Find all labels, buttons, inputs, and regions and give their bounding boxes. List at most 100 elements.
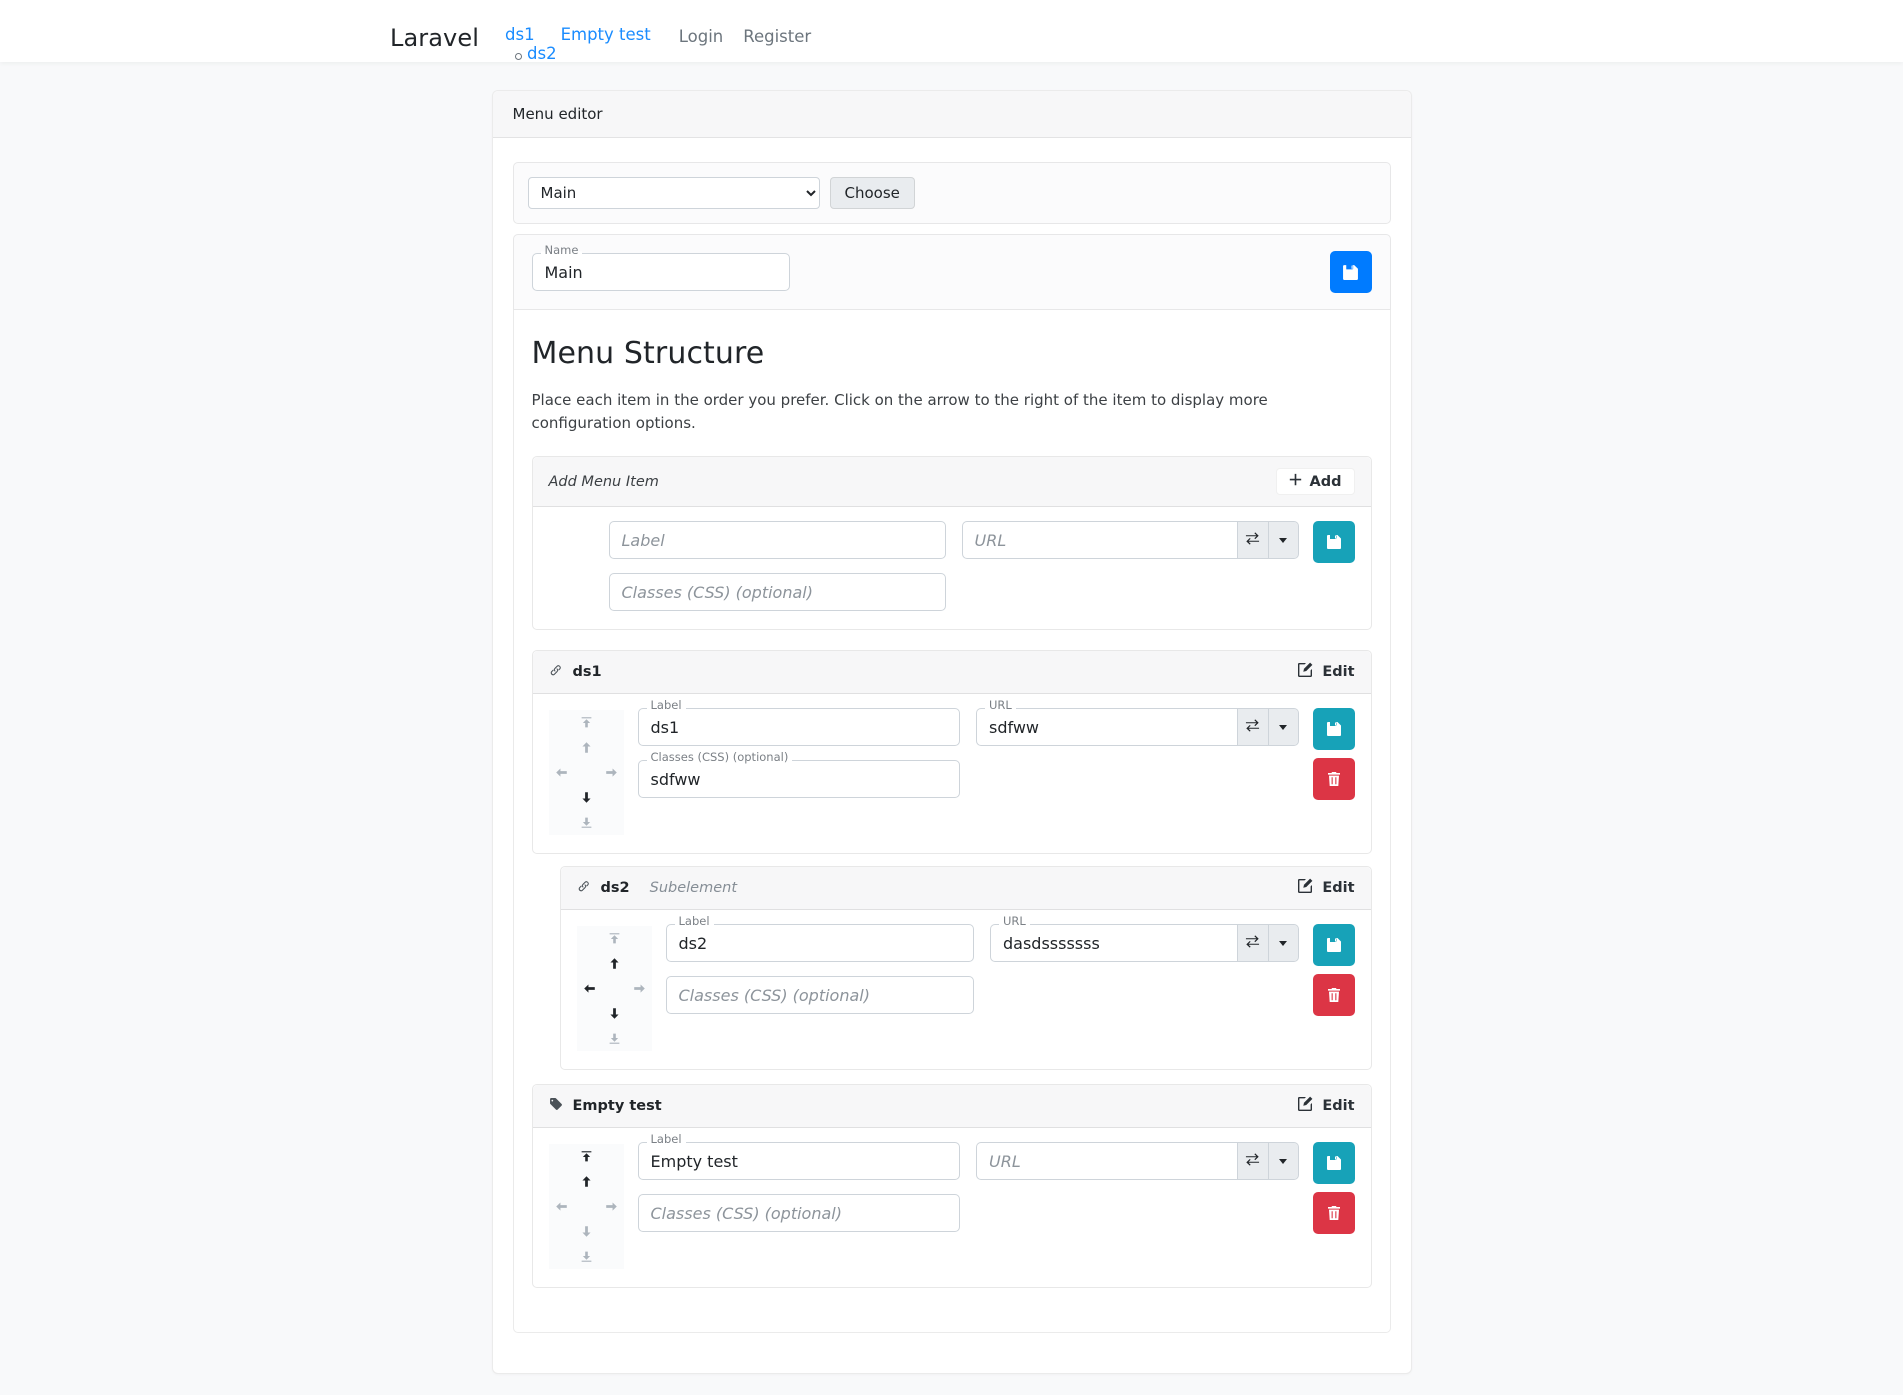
delete-menu-item-ds1-button[interactable]: [1312, 758, 1355, 800]
pad-blank: [598, 735, 624, 760]
ds1-url-input[interactable]: [976, 708, 1237, 746]
pad-blank: [598, 1169, 624, 1194]
url-options-dropdown-button[interactable]: [1267, 925, 1298, 961]
choose-button[interactable]: Choose: [829, 177, 915, 209]
url-options-dropdown-button[interactable]: [1267, 1143, 1298, 1179]
empty-test-url-input[interactable]: [976, 1142, 1237, 1180]
link-icon: [577, 879, 591, 897]
pad-blank: [626, 926, 652, 951]
move-right-button[interactable]: [626, 976, 652, 1001]
ds2-label-input[interactable]: [665, 924, 974, 962]
save-menu-item-empty-test-button[interactable]: [1312, 1142, 1355, 1184]
empty-test-actions: [1312, 1142, 1355, 1234]
move-left-button[interactable]: [548, 760, 574, 785]
move-down-button[interactable]: [573, 785, 599, 810]
swap-url-type-button[interactable]: [1237, 522, 1268, 558]
trash-icon: [1326, 771, 1342, 787]
ds1-url-group: URL: [976, 699, 1299, 746]
nav-link-register[interactable]: Register: [733, 20, 821, 55]
menu-structure-description: Place each item in the order you prefer.…: [531, 391, 1268, 432]
menu-structure-title: Menu Structure: [531, 336, 765, 371]
menu-select[interactable]: Main: [527, 177, 820, 209]
move-to-top-button[interactable]: [573, 1144, 599, 1169]
pad-blank: [548, 1144, 574, 1169]
pad-blank: [576, 1001, 602, 1026]
add-url-group: [961, 521, 1299, 559]
edit-menu-item-empty-test-button[interactable]: Edit: [1297, 1096, 1355, 1116]
card-header-title: Menu editor: [492, 91, 1411, 138]
add-label-input[interactable]: [608, 521, 946, 559]
menu-item-ds2-header: ds2 Subelement Edit: [560, 867, 1371, 910]
chevron-down-icon: [1279, 537, 1287, 543]
add-item-actions: [1312, 521, 1355, 563]
move-to-top-button[interactable]: [573, 710, 599, 735]
swap-url-type-button[interactable]: [1237, 925, 1268, 961]
menu-item-empty-test-body: Label: [533, 1128, 1371, 1287]
menu-item-ds1-header: ds1 Edit: [532, 651, 1371, 694]
empty-test-classes-input[interactable]: [637, 1194, 960, 1232]
edit-menu-item-ds1-button[interactable]: Edit: [1297, 662, 1355, 682]
add-url-input[interactable]: [961, 521, 1237, 559]
ds1-classes-field: Classes (CSS) (optional): [637, 751, 960, 798]
move-right-button[interactable]: [598, 1194, 624, 1219]
save-menu-item-ds1-button[interactable]: [1312, 708, 1355, 750]
menu-item-ds2-body: Label URL: [561, 910, 1371, 1069]
ds1-classes-input[interactable]: [637, 760, 960, 798]
move-up-button[interactable]: [573, 735, 599, 760]
save-menu-button[interactable]: [1329, 251, 1372, 293]
empty-test-url-field: [976, 1142, 1237, 1180]
nav-link-empty-test[interactable]: Empty test: [553, 18, 659, 53]
pad-blank: [626, 1026, 652, 1051]
brand-link[interactable]: Laravel: [390, 18, 479, 53]
nav-item-ds1: ds1 ds2: [497, 18, 557, 63]
swap-url-type-button[interactable]: [1237, 1143, 1268, 1179]
add-classes-field: [608, 573, 946, 611]
pad-blank: [573, 760, 599, 785]
menu-item-ds2-title: ds2: [600, 880, 630, 896]
move-to-bottom-button[interactable]: [601, 1026, 627, 1051]
pad-blank: [576, 1026, 602, 1051]
card-body: Main Choose Name Main Menu Structure Pla…: [493, 138, 1411, 1373]
move-right-button[interactable]: [598, 760, 624, 785]
move-to-bottom-button[interactable]: [573, 810, 599, 835]
menu-editor-card: Menu editor Main Choose Name Main Menu S…: [491, 90, 1412, 1374]
ds1-label-input[interactable]: [637, 708, 960, 746]
menu-item-ds1: ds1 Edit Label ds1 URL sdfww Classes (CS…: [531, 650, 1372, 854]
pad-blank: [598, 1219, 624, 1244]
ds2-url-input[interactable]: [990, 924, 1237, 962]
chevron-down-icon: [1279, 940, 1287, 946]
save-new-item-button[interactable]: [1312, 521, 1355, 563]
menu-item-empty-test-title: Empty test: [572, 1098, 662, 1114]
move-down-button[interactable]: [573, 1219, 599, 1244]
move-to-bottom-button[interactable]: [573, 1244, 599, 1269]
save-menu-item-ds2-button[interactable]: [1312, 924, 1355, 966]
add-classes-input[interactable]: [608, 573, 946, 611]
top-navbar: Laravel ds1 ds2 Empty test Login Registe…: [0, 0, 1903, 62]
swap-url-type-button[interactable]: [1237, 709, 1268, 745]
url-options-dropdown-button[interactable]: [1267, 522, 1298, 558]
edit-menu-item-ds2-button[interactable]: Edit: [1297, 878, 1355, 898]
add-label-field: [608, 521, 946, 559]
delete-menu-item-ds2-button[interactable]: [1312, 974, 1355, 1016]
nav-item-empty-test: Empty test: [553, 18, 659, 53]
add-menu-item-button[interactable]: Add: [1275, 468, 1355, 495]
menu-name-input[interactable]: [531, 253, 790, 291]
pad-blank: [548, 1244, 574, 1269]
ds1-url-append: [1236, 708, 1299, 746]
move-to-top-button[interactable]: [601, 926, 627, 951]
pad-blank: [598, 1244, 624, 1269]
move-up-button[interactable]: [601, 951, 627, 976]
move-left-button[interactable]: [576, 976, 602, 1001]
url-options-dropdown-button[interactable]: [1267, 709, 1298, 745]
ds2-classes-input[interactable]: [665, 976, 974, 1014]
move-left-button[interactable]: [548, 1194, 574, 1219]
nav-link-login[interactable]: Login: [669, 20, 734, 55]
trash-icon: [1326, 1205, 1342, 1221]
pad-blank: [548, 735, 574, 760]
move-down-button[interactable]: [601, 1001, 627, 1026]
empty-test-label-input[interactable]: [637, 1142, 960, 1180]
delete-menu-item-empty-test-button[interactable]: [1312, 1192, 1355, 1234]
plus-icon: [1289, 473, 1302, 490]
swap-arrows-icon: [1245, 531, 1260, 549]
move-up-button[interactable]: [573, 1169, 599, 1194]
